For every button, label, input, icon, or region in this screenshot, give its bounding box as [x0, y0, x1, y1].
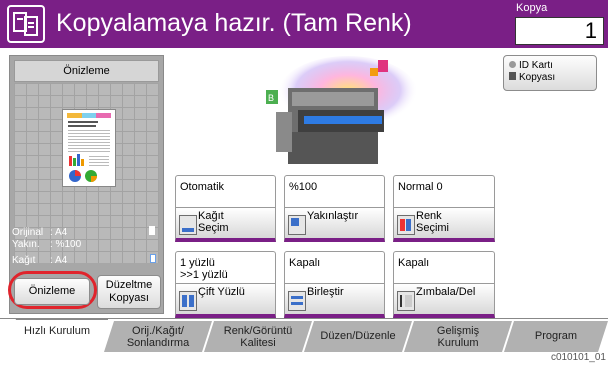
paper-tray-icon: [179, 215, 197, 235]
tab-quick-setup[interactable]: Hızlı Kurulum: [6, 319, 108, 352]
tab-program[interactable]: Program: [504, 321, 608, 352]
zoom-value: : %100: [50, 239, 82, 250]
staple-icon: [397, 291, 415, 311]
id-card-label-line1: ID Kartı: [509, 60, 596, 72]
duplex-value: 1 yüzlü >>1 yüzlü: [175, 251, 276, 283]
zoom-button[interactable]: Yakınlaştır: [284, 207, 385, 242]
preview-button[interactable]: Önizleme: [14, 278, 90, 305]
zoom-icon: [288, 215, 306, 235]
paper-orientation-icon: [150, 254, 156, 263]
tab-color-image-quality[interactable]: Renk/Görüntü Kalitesi: [204, 321, 312, 352]
combine-icon: [288, 291, 306, 311]
original-orientation-icon: [149, 226, 155, 235]
svg-text:B: B: [268, 93, 274, 103]
zoom-label: Yakın.: [12, 239, 40, 250]
tab-layout-edit[interactable]: Düzen/Düzenle: [304, 321, 412, 352]
page-title: Kopyalamaya hazır. (Tam Renk): [56, 9, 412, 37]
original-label: Orijinal: [12, 227, 44, 238]
proof-copy-label-line2: Kopyası: [109, 292, 149, 304]
header-bar: Kopyalamaya hazır. (Tam Renk) Kopya 1: [0, 0, 608, 48]
preview-header: Önizleme: [14, 60, 159, 82]
tab-original-paper-finishing[interactable]: Orij./Kağıt/Sonlandırma: [104, 321, 212, 352]
staple-punch-button[interactable]: Zımbala/Del: [393, 283, 495, 318]
id-card-label-line2: Kopyası: [509, 72, 596, 84]
duplex-button[interactable]: Çift Yüzlü: [175, 283, 276, 318]
staple-punch-value: Kapalı: [393, 251, 495, 283]
copy-label: Kopya: [516, 2, 548, 14]
original-size-row: Orijinal : A4: [12, 227, 67, 238]
copy-app-icon: [7, 5, 45, 43]
combine-label: Birleştir: [307, 286, 344, 298]
paper-selection-button[interactable]: Kağıt Seçim: [175, 207, 276, 242]
color-selection-label: Renk Seçimi: [416, 210, 450, 234]
tab-bar: Hızlı Kurulum Orij./Kağıt/Sonlandırma Re…: [0, 318, 608, 352]
original-value: : A4: [50, 227, 68, 238]
zoom-value-field: %100: [284, 175, 385, 207]
duplex-icon: [179, 291, 197, 311]
copy-count-field[interactable]: 1: [515, 17, 604, 45]
proof-copy-button[interactable]: Düzeltme Kopyası: [97, 275, 161, 309]
tab-advanced-setup[interactable]: Gelişmiş Kurulum: [404, 321, 512, 352]
id-card-dot-icon: [509, 61, 516, 68]
paper-selection-value: Otomatik: [175, 175, 276, 207]
id-card-copy-button[interactable]: ID Kartı Kopyası: [503, 55, 597, 91]
paper-value: : A4: [50, 255, 68, 266]
combine-button[interactable]: Birleştir: [284, 283, 385, 318]
machine-illustration: B: [266, 56, 418, 164]
id-card-icon: [509, 72, 516, 80]
figure-code: c010101_01: [550, 352, 606, 363]
color-selection-button[interactable]: Renk Seçimi: [393, 207, 495, 242]
paper-selection-label: Kağıt Seçim: [198, 210, 229, 234]
document-thumbnail: [62, 109, 116, 187]
color-selection-icon: [397, 215, 415, 235]
zoom-label-text: Yakınlaştır: [307, 210, 359, 222]
color-selection-value: Normal 0: [393, 175, 495, 207]
duplex-label: Çift Yüzlü: [198, 286, 245, 298]
proof-copy-label-line1: Düzeltme: [105, 279, 153, 291]
zoom-row: Yakın. : %100: [12, 239, 81, 250]
staple-punch-label: Zımbala/Del: [416, 286, 476, 298]
paper-size-row: Kağıt : A4: [12, 255, 67, 266]
combine-value: Kapalı: [284, 251, 385, 283]
paper-label: Kağıt: [12, 255, 36, 266]
copy-count-box[interactable]: Kopya 1: [511, 0, 608, 48]
